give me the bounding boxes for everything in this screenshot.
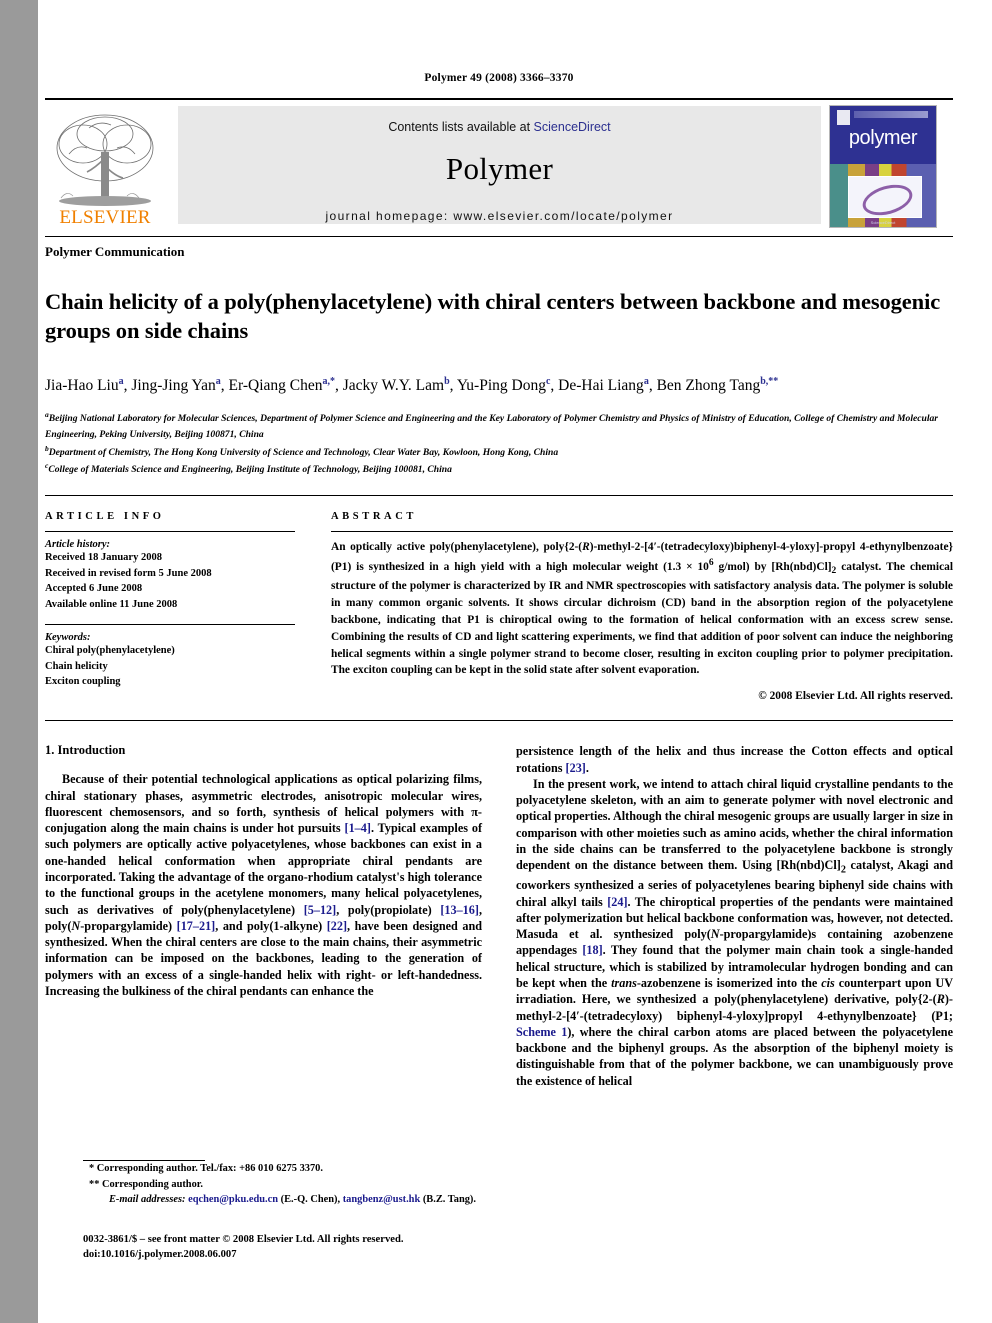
journal-masthead: ELSEVIER Contents lists available at Sci… bbox=[45, 98, 953, 228]
article-info-heading: ARTICLE INFO bbox=[45, 511, 165, 523]
journal-homepage[interactable]: journal homepage: www.elsevier.com/locat… bbox=[178, 187, 821, 223]
article-history-item: Received in revised form 5 June 2008 bbox=[45, 567, 212, 579]
cover-footer-text: ScienceDirect bbox=[870, 220, 896, 225]
contents-available-line: Contents lists available at ScienceDirec… bbox=[178, 106, 821, 134]
cover-image-collage bbox=[830, 164, 936, 227]
imprint-block: 0032-3861/$ – see front matter © 2008 El… bbox=[83, 1232, 583, 1263]
cover-inset-figure bbox=[848, 176, 922, 221]
article-type: Polymer Communication bbox=[45, 244, 185, 259]
abstract-rule bbox=[331, 531, 953, 533]
page-gutter bbox=[0, 0, 38, 1323]
cover-gradient-bar bbox=[854, 111, 928, 118]
article-info-rule bbox=[45, 531, 295, 533]
footnotes: * Corresponding author. Tel./fax: +86 01… bbox=[83, 1160, 520, 1208]
running-head: Polymer 49 (2008) 3366–3370 bbox=[424, 72, 574, 84]
email-addresses-line: E-mail addresses: eqchen@pku.edu.cn (E.-… bbox=[109, 1194, 476, 1206]
page-content: Polymer 49 (2008) 3366–3370 ELSEVIER Con… bbox=[45, 0, 953, 1089]
body-columns: 1. Introduction Because of their potenti… bbox=[45, 721, 953, 1089]
email-owner-chen: (E.-Q. Chen) bbox=[280, 1194, 338, 1206]
elsevier-tree-icon: ELSEVIER bbox=[56, 114, 154, 228]
article-history-item: Accepted 6 June 2008 bbox=[45, 583, 143, 595]
body-paragraph: Because of their potential technological… bbox=[45, 772, 483, 998]
issn-front-matter: 0032-3861/$ – see front matter © 2008 El… bbox=[83, 1234, 404, 1245]
body-paragraph: persistence length of the helix and thus… bbox=[516, 744, 953, 775]
journal-title: Polymer bbox=[445, 151, 554, 186]
cover-helix-shape bbox=[859, 179, 916, 221]
corresponding-author-note: ** Corresponding author. bbox=[89, 1178, 204, 1190]
email-owner-tang: (B.Z. Tang). bbox=[422, 1194, 476, 1206]
svg-text:ELSEVIER: ELSEVIER bbox=[59, 207, 150, 226]
section-heading-introduction: 1. Introduction bbox=[45, 743, 126, 758]
article-history-item: Available online 11 June 2008 bbox=[45, 598, 178, 610]
keyword-item: Chain helicity bbox=[45, 660, 108, 672]
abstract-column: ABSTRACT An optically active poly(phenyl… bbox=[331, 511, 953, 702]
email-link-chen[interactable]: eqchen@pku.edu.cn bbox=[188, 1194, 278, 1205]
abstract-text: An optically active poly(phenylacetylene… bbox=[331, 541, 953, 677]
journal-cover-thumbnail: polymer ScienceDirect bbox=[829, 105, 937, 228]
article-history-item: Received 18 January 2008 bbox=[45, 552, 162, 564]
affiliation-item: aBeijing National Laboratory for Molecul… bbox=[45, 409, 953, 442]
contents-prefix: Contents lists available at bbox=[388, 120, 534, 134]
affiliation-text: Department of Chemistry, The Hong Kong U… bbox=[48, 446, 559, 458]
elsevier-logo: ELSEVIER bbox=[49, 106, 161, 228]
affiliation-item: cCollege of Materials Science and Engine… bbox=[45, 460, 953, 478]
sciencedirect-link[interactable]: ScienceDirect bbox=[534, 120, 611, 134]
affiliation-list: aBeijing National Laboratory for Molecul… bbox=[45, 397, 953, 478]
keywords-label: Keywords: bbox=[45, 632, 91, 644]
corresponding-author-note: * Corresponding author. Tel./fax: +86 01… bbox=[89, 1163, 323, 1174]
author-list: Jia-Hao Liua, Jing-Jing Yana, Er-Qiang C… bbox=[45, 375, 779, 394]
page-title: Chain helicity of a poly(phenylacetylene… bbox=[45, 289, 941, 343]
doi-line: doi:10.1016/j.polymer.2008.06.007 bbox=[83, 1249, 237, 1261]
journal-banner: Contents lists available at ScienceDirec… bbox=[178, 106, 821, 224]
email-addresses-label: E-mail addresses: bbox=[109, 1194, 186, 1206]
affiliation-text: College of Materials Science and Enginee… bbox=[48, 464, 452, 476]
cover-journal-title: polymer bbox=[848, 127, 918, 149]
abstract-heading: ABSTRACT bbox=[331, 511, 417, 523]
affiliation-item: bDepartment of Chemistry, The Hong Kong … bbox=[45, 443, 953, 461]
body-paragraph: In the present work, we intend to attach… bbox=[516, 776, 954, 1088]
cover-top-band: polymer bbox=[830, 106, 936, 164]
body-column-right: persistence length of the helix and thus… bbox=[516, 743, 953, 1089]
body-column-left: 1. Introduction Because of their potenti… bbox=[45, 743, 482, 1089]
email-link-tang[interactable]: tangbenz@ust.hk bbox=[343, 1194, 421, 1205]
keyword-item: Exciton coupling bbox=[45, 676, 121, 688]
abstract-copyright: © 2008 Elsevier Ltd. All rights reserved… bbox=[758, 690, 953, 703]
article-history-label: Article history: bbox=[45, 539, 111, 551]
keywords-rule bbox=[45, 624, 295, 626]
article-info-column: ARTICLE INFO Article history: Received 1… bbox=[45, 511, 331, 702]
info-abstract-block: ARTICLE INFO Article history: Received 1… bbox=[45, 495, 953, 702]
page-canvas: Polymer 49 (2008) 3366–3370 ELSEVIER Con… bbox=[38, 0, 992, 1323]
cover-publisher-badge bbox=[837, 110, 850, 125]
affiliation-text: Beijing National Laboratory for Molecula… bbox=[45, 413, 939, 441]
keyword-item: Chiral poly(phenylacetylene) bbox=[45, 645, 175, 657]
